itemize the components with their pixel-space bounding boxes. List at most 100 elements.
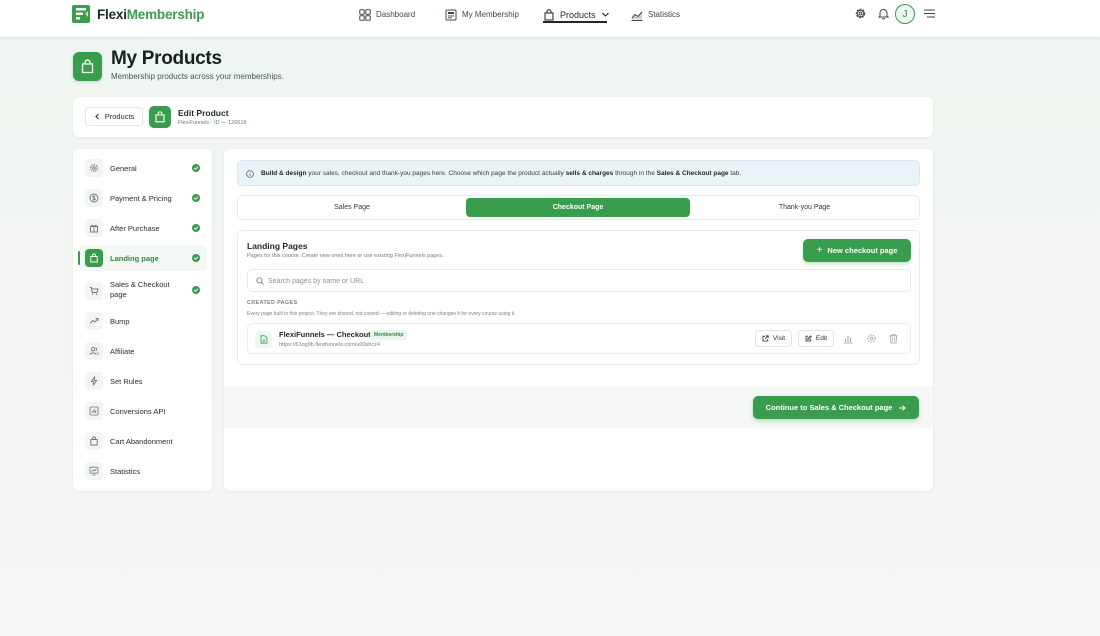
info-text-part1: Build & design [261, 170, 307, 177]
created-pages-description: Every page built in this project. They a… [247, 311, 516, 317]
menu-label-affiliate: Affiliate [110, 347, 135, 356]
page-search-box[interactable] [247, 269, 911, 292]
page-settings-gear-icon[interactable] [866, 333, 877, 344]
info-banner-text: Build & design your sales, checkout and … [261, 170, 741, 177]
product-settings-menu: General Payment & Pricing After Purchase… [73, 149, 212, 491]
brand-logo-icon [72, 5, 90, 23]
menu-label-general: General [110, 164, 137, 173]
menu-item-sales-checkout-page[interactable]: Sales & Checkout page [79, 276, 207, 302]
menu-item-statistics[interactable]: Statistics [79, 458, 207, 484]
product-icon [149, 106, 171, 128]
created-pages-label: CREATED PAGES [247, 300, 298, 306]
check-circle-icon [192, 286, 200, 294]
active-indicator [78, 251, 80, 265]
bar-chart-icon [85, 402, 103, 420]
nav-statistics[interactable]: Statistics [631, 6, 680, 23]
gear-icon [85, 159, 103, 177]
visit-button-label: Visit [772, 335, 786, 342]
new-checkout-page-button[interactable]: + New checkout page [803, 239, 911, 262]
shopping-bag-icon [85, 249, 103, 267]
users-icon [85, 342, 103, 360]
tab-thank-you-page[interactable]: Thank-you Page [692, 198, 917, 217]
search-icon [256, 277, 264, 285]
page-search-input[interactable] [268, 274, 868, 288]
menu-item-conversions-api[interactable]: Conversions API [79, 398, 207, 424]
bag-outline-icon [85, 432, 103, 450]
check-circle-icon [192, 164, 200, 172]
pencil-icon [805, 335, 812, 342]
page-subtitle: Membership products across your membersh… [111, 72, 284, 81]
menu-item-payment-pricing[interactable]: Payment & Pricing [79, 185, 207, 211]
shopping-bag-icon [155, 111, 165, 123]
membership-icon [445, 9, 457, 20]
edit-product-header: Products Edit Product FlexiFunnels · ID … [73, 97, 933, 137]
menu-item-cart-abandonment[interactable]: Cart Abandonment [79, 428, 207, 454]
nav-dashboard[interactable]: Dashboard [359, 6, 415, 23]
info-text-part5: Sales & Checkout page [656, 170, 729, 177]
back-button-label: Products [104, 112, 135, 121]
plus-icon: + [816, 244, 823, 256]
continue-to-sales-checkout-button[interactable]: Continue to Sales & Checkout page [753, 396, 919, 419]
products-hero-icon [73, 52, 102, 81]
info-text-part2: your sales, checkout and thank-you pages… [306, 170, 566, 177]
landing-pages-title: Landing Pages [247, 241, 308, 251]
info-text-part4: through in the [613, 170, 657, 177]
edit-page-button[interactable]: Edit [798, 330, 834, 347]
gift-icon [85, 219, 103, 237]
page-url[interactable]: https://61og9b.flexifunnels.com/u00shcz4 [279, 342, 380, 348]
menu-item-bump[interactable]: Bump [79, 308, 207, 334]
menu-item-affiliate[interactable]: Affiliate [79, 338, 207, 364]
tab-sales-page[interactable]: Sales Page [240, 198, 464, 217]
user-avatar[interactable]: J [895, 4, 915, 24]
shopping-bag-icon [81, 59, 94, 74]
menu-label-landing-page: Landing page [110, 254, 159, 263]
cart-icon [85, 282, 103, 300]
landing-page-panel: Build & design your sales, checkout and … [224, 149, 933, 491]
nav-my-membership[interactable]: My Membership [445, 6, 519, 23]
page-type-tabs: Sales Page Checkout Page Thank-you Page [237, 195, 920, 220]
page-type-badge: Membership [370, 330, 408, 340]
external-link-icon [762, 335, 769, 342]
menu-item-after-purchase[interactable]: After Purchase [79, 215, 207, 241]
menu-item-set-rules[interactable]: Set Rules [79, 368, 207, 394]
arrow-right-icon [899, 404, 907, 411]
dashboard-icon [359, 8, 371, 21]
page-stats-icon[interactable] [843, 333, 854, 344]
visit-page-button[interactable]: Visit [755, 330, 792, 347]
info-banner: Build & design your sales, checkout and … [237, 160, 920, 186]
top-navbar: FlexiMembership Dashboard My Membership … [0, 0, 1100, 37]
landing-pages-subtitle: Pages for this course. Create new ones h… [247, 253, 444, 259]
new-checkout-page-label: New checkout page [827, 246, 898, 255]
nav-products-label: Products [560, 9, 596, 20]
nav-statistics-label: Statistics [648, 10, 681, 19]
brand-name: FlexiMembership [97, 7, 204, 22]
edit-product-title: Edit Product [178, 108, 229, 118]
hamburger-menu-icon[interactable] [923, 7, 936, 20]
product-meta: FlexiFunnels · ID — 126618 [178, 120, 247, 126]
check-circle-icon [192, 224, 200, 232]
menu-label-sales-checkout-page: Sales & Checkout page [110, 280, 170, 299]
brand-name-part1: Flexi [97, 6, 127, 22]
menu-label-statistics: Statistics [110, 467, 141, 476]
page-list-item: FlexiFunnels — Checkout Membership https… [247, 323, 911, 354]
page-title: My Products [111, 48, 222, 69]
document-icon [255, 331, 272, 348]
menu-label-cart-abandonment: Cart Abandonment [110, 437, 173, 446]
menu-label-payment-pricing: Payment & Pricing [110, 194, 172, 203]
continue-button-label: Continue to Sales & Checkout page [765, 403, 893, 412]
bell-icon[interactable] [877, 7, 890, 20]
menu-item-landing-page[interactable]: Landing page [78, 245, 207, 271]
settings-gear-icon[interactable] [854, 7, 867, 20]
back-to-products-button[interactable]: Products [85, 107, 143, 126]
edit-button-label: Edit [815, 335, 828, 342]
trend-up-icon [85, 312, 103, 330]
brand-name-part2: Membership [126, 6, 205, 22]
tab-checkout-page[interactable]: Checkout Page [466, 198, 690, 217]
info-text-part6: tab. [728, 170, 742, 177]
info-text-part3: sells & charges [565, 170, 614, 177]
nav-active-indicator [543, 21, 607, 23]
menu-label-set-rules: Set Rules [110, 377, 143, 386]
trash-icon[interactable] [888, 333, 899, 344]
brand[interactable]: FlexiMembership [72, 5, 204, 23]
menu-item-general[interactable]: General [79, 155, 207, 181]
